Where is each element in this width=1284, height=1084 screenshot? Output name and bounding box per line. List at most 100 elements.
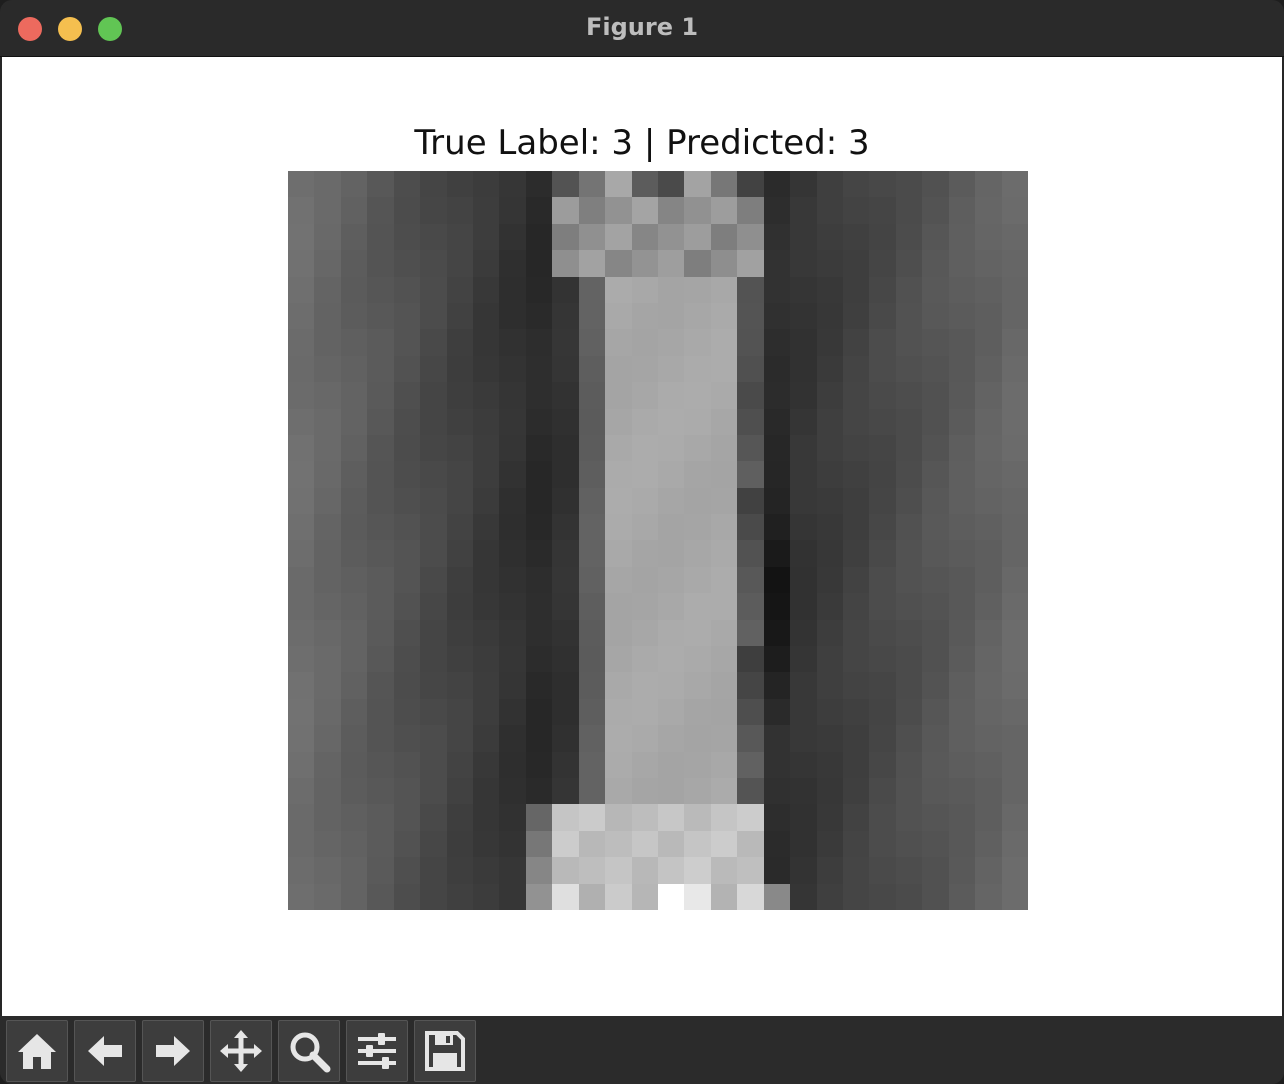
- image-pixel: [288, 276, 315, 303]
- image-pixel: [473, 250, 500, 277]
- image-pixel: [473, 883, 500, 910]
- image-pixel: [869, 566, 896, 594]
- pan-move-icon: [220, 1030, 262, 1072]
- image-pixel: [340, 302, 368, 330]
- image-pixel: [552, 830, 579, 858]
- image-pixel: [631, 514, 658, 541]
- image-pixel: [684, 434, 711, 462]
- image-pixel: [948, 804, 976, 831]
- image-pixel: [367, 778, 394, 805]
- image-pixel: [763, 223, 791, 251]
- image-pixel: [578, 171, 606, 198]
- image-pixel: [710, 646, 738, 673]
- image-pixel: [473, 619, 500, 647]
- image-pixel: [499, 355, 526, 383]
- image-pixel: [658, 382, 685, 409]
- image-pixel: [895, 276, 923, 303]
- image-pixel: [763, 593, 791, 620]
- image-pixel: [446, 883, 473, 910]
- image-pixel: [367, 382, 394, 409]
- image-pixel: [314, 540, 341, 567]
- image-pixel: [552, 540, 579, 567]
- image-pixel: [843, 302, 870, 330]
- image-pixel: [631, 566, 658, 594]
- image-pixel: [473, 355, 500, 383]
- image-pixel: [710, 461, 738, 488]
- image-pixel: [737, 778, 764, 805]
- image-pixel: [869, 223, 896, 251]
- image-pixel: [473, 382, 500, 409]
- image-pixel: [446, 672, 473, 699]
- image-pixel: [525, 434, 553, 462]
- image-pixel: [684, 382, 711, 409]
- image-pixel: [658, 698, 685, 726]
- image-pixel: [922, 883, 949, 910]
- image-pixel: [473, 751, 500, 779]
- image-pixel: [895, 250, 923, 277]
- image-pixel: [578, 698, 606, 726]
- image-pixel: [843, 566, 870, 594]
- zoom-button[interactable]: [278, 1020, 340, 1082]
- image-pixel: [605, 540, 632, 567]
- image-pixel: [446, 302, 473, 330]
- image-pixel: [525, 830, 553, 858]
- image-pixel: [710, 619, 738, 647]
- figure-canvas[interactable]: True Label: 3 | Predicted: 3: [2, 57, 1282, 1016]
- home-button[interactable]: [6, 1020, 68, 1082]
- image-pixel: [763, 250, 791, 277]
- image-pixel: [895, 223, 923, 251]
- image-pixel: [631, 672, 658, 699]
- image-pixel: [499, 698, 526, 726]
- image-pixel: [473, 408, 500, 435]
- image-pixel: [499, 751, 526, 779]
- forward-button[interactable]: [142, 1020, 204, 1082]
- image-pixel: [922, 698, 949, 726]
- title-bar[interactable]: Figure 1: [0, 0, 1284, 57]
- image-pixel: [895, 751, 923, 779]
- image-pixel: [420, 514, 447, 541]
- image-pixel: [658, 276, 685, 303]
- image-pixel: [869, 197, 896, 224]
- image-pixel: [869, 778, 896, 805]
- image-pixel: [895, 883, 923, 910]
- image-pixel: [895, 171, 923, 198]
- image-pixel: [790, 725, 817, 752]
- image-pixel: [922, 197, 949, 224]
- image-pixel: [288, 619, 315, 647]
- image-pixel: [737, 434, 764, 462]
- image-pixel: [948, 883, 976, 910]
- image-pixel: [314, 646, 341, 673]
- image-pixel: [631, 171, 658, 198]
- image-pixel: [816, 857, 843, 884]
- image-pixel: [367, 514, 394, 541]
- image-pixel: [420, 276, 447, 303]
- image-pixel: [843, 223, 870, 251]
- image-pixel: [446, 408, 473, 435]
- image-pixel: [499, 883, 526, 910]
- image-pixel: [525, 619, 553, 647]
- image-pixel: [473, 434, 500, 462]
- image-pixel: [763, 382, 791, 409]
- image-pixel: [922, 540, 949, 567]
- pan-button[interactable]: [210, 1020, 272, 1082]
- image-pixel: [499, 329, 526, 356]
- image-pixel: [367, 672, 394, 699]
- image-pixel: [710, 408, 738, 435]
- image-pixel: [790, 619, 817, 647]
- save-figure-button[interactable]: [414, 1020, 476, 1082]
- image-pixel: [605, 302, 632, 330]
- image-pixel: [922, 250, 949, 277]
- image-pixel: [499, 514, 526, 541]
- image-pixel: [446, 857, 473, 884]
- image-pixel: [658, 804, 685, 831]
- image-pixel: [499, 857, 526, 884]
- back-button[interactable]: [74, 1020, 136, 1082]
- image-pixel: [393, 778, 421, 805]
- image-pixel: [710, 698, 738, 726]
- image-pixel: [922, 857, 949, 884]
- configure-subplots-button[interactable]: [346, 1020, 408, 1082]
- image-pixel: [1001, 540, 1028, 567]
- image-pixel: [420, 540, 447, 567]
- image-pixel: [393, 593, 421, 620]
- image-pixel: [737, 883, 764, 910]
